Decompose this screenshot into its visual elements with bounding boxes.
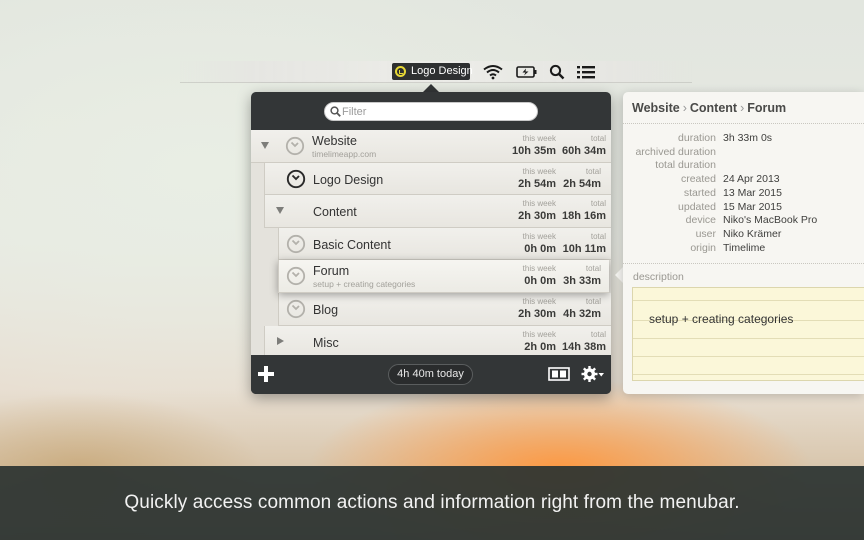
tree-row-basic-content[interactable]: Basic Content this week 0h 0m total 10h … [278,227,611,261]
tree-row-website[interactable]: Website timelimeapp.com this week 10h 35… [251,130,611,163]
menu-list-icon[interactable] [576,64,596,80]
total-column: total 2h 54m [563,166,601,190]
tree-row-logo-design[interactable]: Logo Design this week 2h 54m total 2h 54… [264,162,611,196]
disclosure-triangle-icon[interactable] [277,336,284,345]
add-entry-button[interactable] [258,366,274,382]
filter-field[interactable] [324,102,538,121]
clock-icon[interactable] [286,234,306,254]
this-week-column: this week 0h 0m [522,231,556,255]
total-column: total 4h 32m [563,297,601,320]
field-created: created 24 Apr 2013 [680,173,780,186]
this-week-column: this week 2h 30m [518,297,556,320]
row-title: Forum [313,264,350,279]
tree-row-forum[interactable]: Forum setup + creating categories this w… [278,260,609,293]
project-tree: Website timelimeapp.com this week 10h 35… [251,130,611,355]
clock-icon[interactable] [286,266,306,286]
running-clock-icon[interactable] [286,169,306,189]
field-updated: updated 15 Mar 2015 [678,200,782,213]
field-user: user Niko Krämer [695,227,782,240]
total-column: total 14h 38m [561,329,606,353]
breadcrumb: Website › Content › Forum [632,101,786,115]
this-week-column: this week 10h 35m [511,134,556,157]
clock-icon[interactable] [285,136,305,156]
this-week-column: this week 0h 0m [522,264,556,288]
chevron-right-icon: › [740,101,745,115]
toggle-details-panel-icon[interactable] [548,367,570,381]
description-field[interactable]: setup + creating categories [632,287,864,381]
menubar-timelime-item[interactable]: Logo Design [392,63,473,80]
row-title: Basic Content [313,237,391,252]
field-duration: duration 3h 33m 0s [678,132,773,144]
row-subtitle: timelimeapp.com [312,149,377,159]
battery-icon[interactable] [516,64,538,80]
marketing-caption: Quickly access common actions and inform… [124,492,740,513]
this-week-column: this week 2h 0m [522,329,556,353]
this-week-column: this week 2h 30m [518,199,556,223]
row-subtitle: setup + creating categories [313,279,416,290]
total-column: total 60h 34m [561,134,606,157]
row-title: Content [313,205,357,220]
row-title: Blog [313,303,339,317]
gear-icon[interactable] [581,365,605,383]
row-title: Misc [313,335,339,350]
tree-row-misc[interactable]: Misc this week 2h 0m total 14h 38m [264,325,611,355]
today-total-badge[interactable]: 4h 40m today [388,364,473,385]
total-column: total 3h 33m [563,264,601,288]
field-started: started 13 Mar 2015 [683,186,782,199]
field-device: device Niko's MacBook Pro [685,214,818,227]
breadcrumb-item[interactable]: Forum [747,101,786,115]
description-label: description [633,271,684,283]
chevron-right-icon: › [682,101,687,115]
timelime-popover: Website timelimeapp.com this week 10h 35… [251,92,611,394]
breadcrumb-item[interactable]: Website [632,101,680,115]
menubar-active-project: Logo Design [411,65,473,77]
caption-bar: Quickly access common actions and inform… [0,466,864,540]
total-column: total 10h 11m [562,231,606,255]
tree-row-blog[interactable]: Blog this week 2h 30m total 4h 32m [278,293,611,326]
field-origin: origin Timelime [690,241,766,254]
divider [623,263,864,264]
field-total-duration: total duration [655,159,716,172]
this-week-column: this week 2h 54m [518,166,556,190]
spotlight-search-icon[interactable] [549,64,565,80]
field-archived-duration: archived duration [635,145,716,158]
breadcrumb-item[interactable]: Content [690,101,737,115]
row-title: Website [312,134,357,148]
filter-input[interactable] [342,104,532,119]
details-panel: Website › Content › Forum duration 3h 33m 0s… [623,92,864,394]
description-text: setup + creating categories [649,312,794,326]
divider [623,123,864,124]
search-icon [330,106,341,117]
clock-icon[interactable] [286,299,306,319]
popover-toolbar: 4h 40m today [251,355,611,394]
tree-row-content[interactable]: Content this week 2h 30m total 18h 16m [264,195,611,228]
disclosure-triangle-icon[interactable] [261,142,269,149]
total-column: total 18h 16m [561,199,606,223]
timer-running-icon [395,66,406,77]
row-title: Logo Design [313,172,384,187]
wifi-icon[interactable] [483,64,503,80]
disclosure-triangle-icon[interactable] [276,207,284,215]
